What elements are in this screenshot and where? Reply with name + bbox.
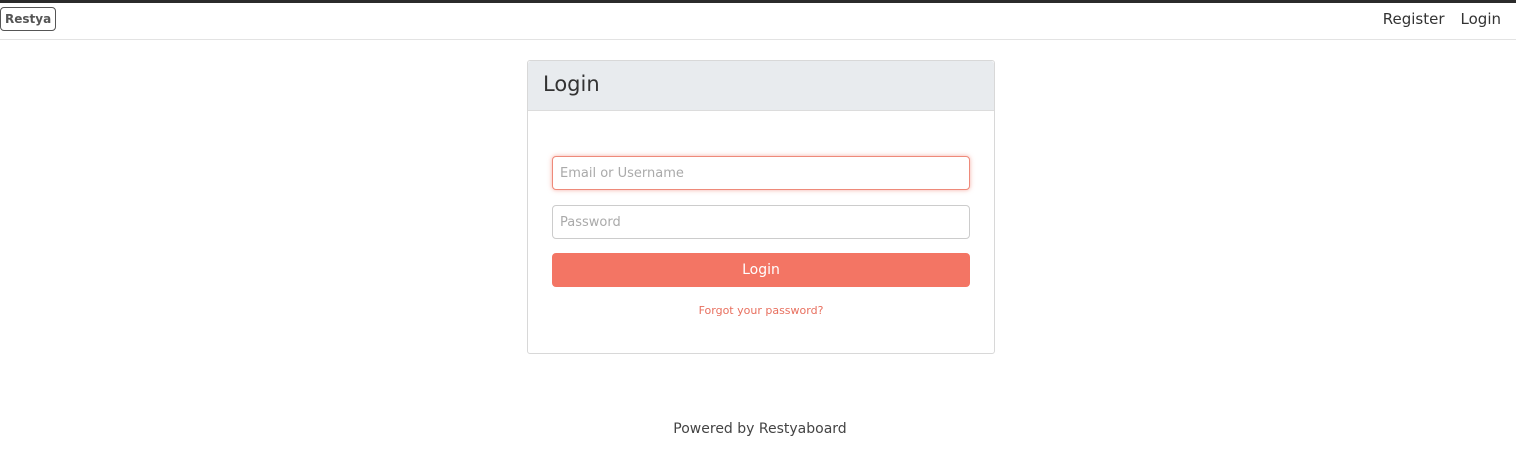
nav-links: Register Login	[1383, 10, 1501, 28]
password-input[interactable]	[552, 205, 970, 239]
login-button[interactable]: Login	[552, 253, 970, 287]
forgot-password-link[interactable]: Forgot your password?	[528, 304, 994, 317]
login-panel-header: Login	[528, 61, 994, 111]
email-username-input[interactable]	[552, 156, 970, 190]
panel-title: Login	[543, 72, 600, 96]
footer-text: Powered by Restyaboard	[673, 421, 847, 437]
login-link[interactable]: Login	[1461, 10, 1501, 28]
login-panel: Login Login Forgot your password?	[527, 60, 995, 354]
navbar: Restya Register Login	[0, 3, 1516, 40]
restya-logo[interactable]: Restya	[0, 7, 57, 31]
register-link[interactable]: Register	[1383, 10, 1445, 28]
